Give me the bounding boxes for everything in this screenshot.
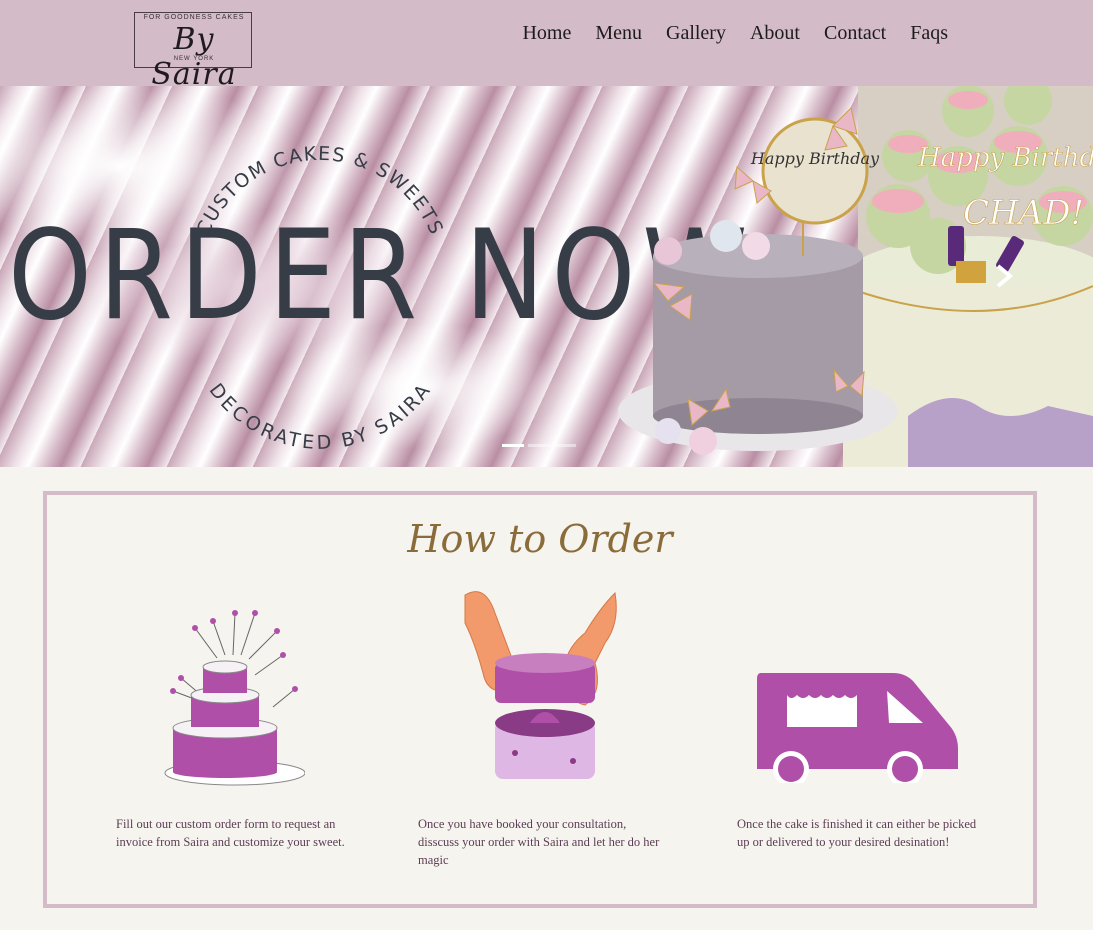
logo[interactable]: FOR GOODNESS CAKES By Saira NEW YORK (128, 10, 260, 92)
cake-sign-name: CHAD! (963, 193, 1084, 233)
cakes-photo: Happy Birthday CHAD! Happy Birthday (618, 86, 1093, 467)
slider-dot-2[interactable] (528, 444, 550, 447)
cake-sign-happy: Happy Birthday (917, 143, 1093, 173)
hero-slider[interactable]: CUSTOM CAKES & SWEETS ORDER NOW DECORATE… (0, 86, 1093, 467)
logo-tagline: FOR GOODNESS CAKES (142, 14, 246, 21)
nav-faqs[interactable]: Faqs (910, 22, 948, 45)
main-nav: Home Menu Gallery About Contact Faqs (522, 22, 948, 45)
slider-dot-1[interactable] (502, 444, 524, 447)
tiered-cake-icon (164, 610, 305, 786)
step-3-text: Once the cake is finished it can either … (737, 817, 977, 849)
how-to-order-section: How to Order Fill out our custom order f… (43, 491, 1037, 908)
delivery-van-icon (757, 673, 958, 783)
site-header: FOR GOODNESS CAKES By Saira NEW YORK Hom… (0, 0, 1093, 92)
step-1-text: Fill out our custom order form to reques… (116, 817, 345, 849)
nav-contact[interactable]: Contact (824, 22, 886, 45)
slider-dot-3[interactable] (554, 444, 576, 447)
nav-menu[interactable]: Menu (595, 22, 642, 45)
cake-hands-icon (464, 591, 617, 779)
hero-arc-bottom-text: DECORATED BY SAIRA (205, 379, 434, 454)
svg-text:DECORATED BY SAIRA: DECORATED BY SAIRA (205, 379, 436, 454)
nav-about[interactable]: About (750, 22, 800, 45)
nav-home[interactable]: Home (522, 22, 571, 45)
nav-gallery[interactable]: Gallery (666, 22, 726, 45)
how-to-order-title: How to Order (407, 517, 673, 561)
logo-city: NEW YORK (166, 56, 222, 62)
slider-dots (502, 444, 576, 447)
step-2-text: Once you have booked your consultation, … (418, 817, 660, 867)
topper-text: Happy Birthday (750, 149, 880, 168)
hero-arc-bottom: DECORATED BY SAIRA (205, 379, 436, 454)
